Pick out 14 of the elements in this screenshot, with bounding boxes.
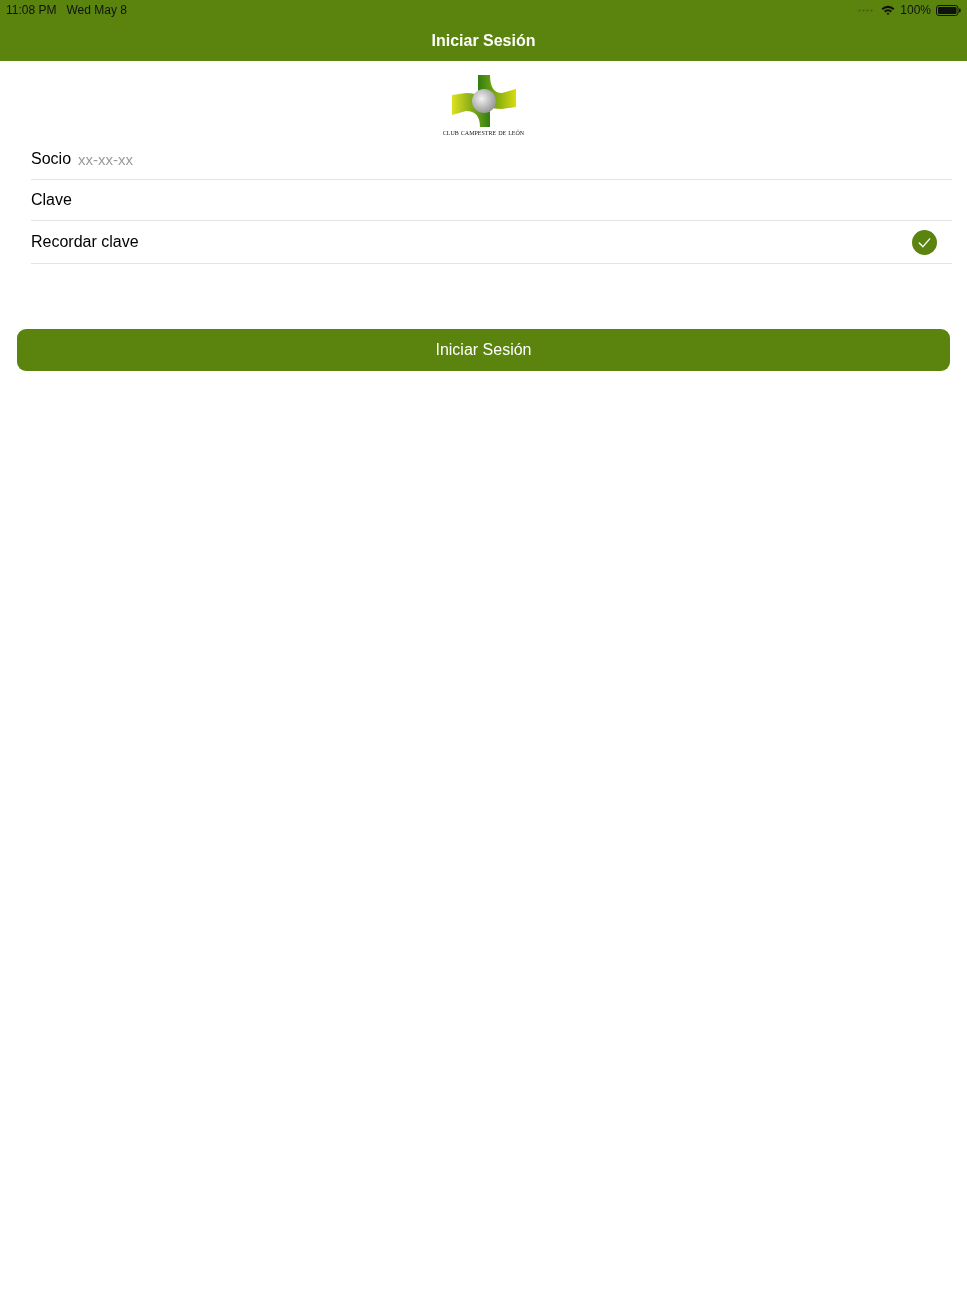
battery-icon bbox=[936, 4, 961, 16]
status-time: 11:08 PM bbox=[6, 2, 57, 19]
field-label: Clave bbox=[31, 192, 72, 208]
input-field[interactable]: xx-xx-xx bbox=[78, 144, 952, 174]
battery-percent: 100% bbox=[900, 2, 931, 19]
checkmark-icon[interactable] bbox=[912, 229, 937, 255]
logo-caption: club campestre de león bbox=[442, 128, 525, 138]
logo-drawing bbox=[451, 75, 516, 127]
nav-title: Iniciar Sesión bbox=[431, 30, 536, 51]
login-button[interactable]: Iniciar Sesión bbox=[17, 329, 950, 371]
field-label: Recordar clave bbox=[31, 234, 139, 250]
status-date: Wed May 8 bbox=[66, 2, 127, 19]
wifi-icon bbox=[881, 5, 896, 15]
field-label: Socio bbox=[31, 151, 72, 167]
